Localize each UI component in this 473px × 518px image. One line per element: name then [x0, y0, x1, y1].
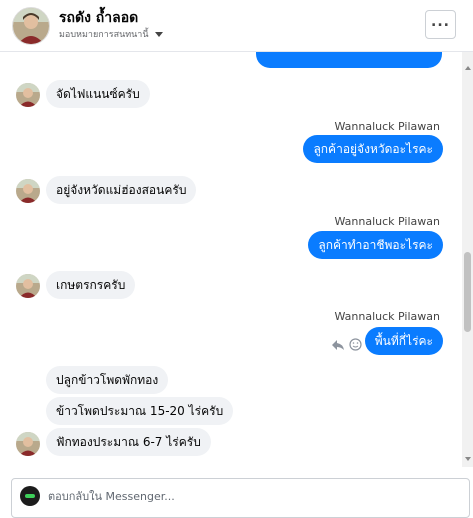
contact-avatar-small [16, 274, 40, 298]
conversation-header: รถดัง ถ้ำลอด มอบหมายการสนทนานี้ ... [0, 0, 473, 52]
scroll-up-arrow-icon[interactable] [465, 66, 471, 70]
smiley-icon[interactable] [349, 336, 362, 355]
message-bubble-incoming[interactable]: ฟักทองประมาณ 6-7 ไร่ครับ [46, 428, 211, 456]
message-bubble-outgoing[interactable]: ลูกค้าทำอาชีพอะไรคะ [308, 231, 443, 259]
reply-composer[interactable] [11, 478, 470, 518]
message-bubble-incoming[interactable]: เกษตรกรครับ [46, 271, 136, 299]
sender-name: Wannaluck Pilawan [334, 215, 441, 228]
contact-avatar-small [16, 83, 40, 107]
more-options-icon: ... [431, 13, 450, 30]
message-bubble-incoming[interactable]: อยู่จังหวัดแม่ฮ่องสอนครับ [46, 176, 197, 204]
message-thread[interactable]: จัดไฟแนนซ์ครับ Wannaluck Pilawan ลูกค้าอ… [0, 52, 463, 467]
sender-name: Wannaluck Pilawan [334, 120, 441, 133]
message-bubble-incoming[interactable]: ปลูกข้าวโพดพักทอง [46, 366, 169, 394]
caret-down-icon [155, 32, 164, 37]
contact-avatar-small [16, 432, 40, 456]
thread-scrollbar[interactable] [462, 52, 473, 467]
contact-name[interactable]: รถดัง ถ้ำลอด [59, 7, 138, 29]
page-avatar [20, 486, 40, 506]
scroll-down-arrow-icon[interactable] [465, 457, 471, 461]
assign-conversation-menu[interactable]: มอบหมายการสนทนานี้ [59, 27, 164, 41]
message-bubble-outgoing[interactable]: ลูกค้าอยู่จังหวัดอะไรคะ [303, 135, 443, 163]
message-bubble-incoming[interactable]: จัดไฟแนนซ์ครับ [46, 80, 150, 108]
scrollbar-thumb[interactable] [464, 252, 471, 332]
assign-conversation-label: มอบหมายการสนทนานี้ [59, 30, 149, 40]
sender-name: Wannaluck Pilawan [334, 310, 441, 323]
contact-avatar-small [16, 179, 40, 203]
message-bubble-outgoing[interactable] [256, 52, 442, 68]
contact-avatar[interactable] [12, 7, 50, 45]
reply-icon[interactable] [331, 336, 345, 355]
message-actions [331, 336, 362, 355]
messenger-reply-input[interactable] [48, 486, 448, 506]
message-bubble-incoming[interactable]: ข้าวโพดประมาณ 15-20 ไร่ครับ [46, 397, 234, 425]
message-bubble-outgoing[interactable]: พื้นที่กี่ไร่คะ [364, 327, 443, 355]
more-options-button[interactable]: ... [425, 10, 456, 39]
